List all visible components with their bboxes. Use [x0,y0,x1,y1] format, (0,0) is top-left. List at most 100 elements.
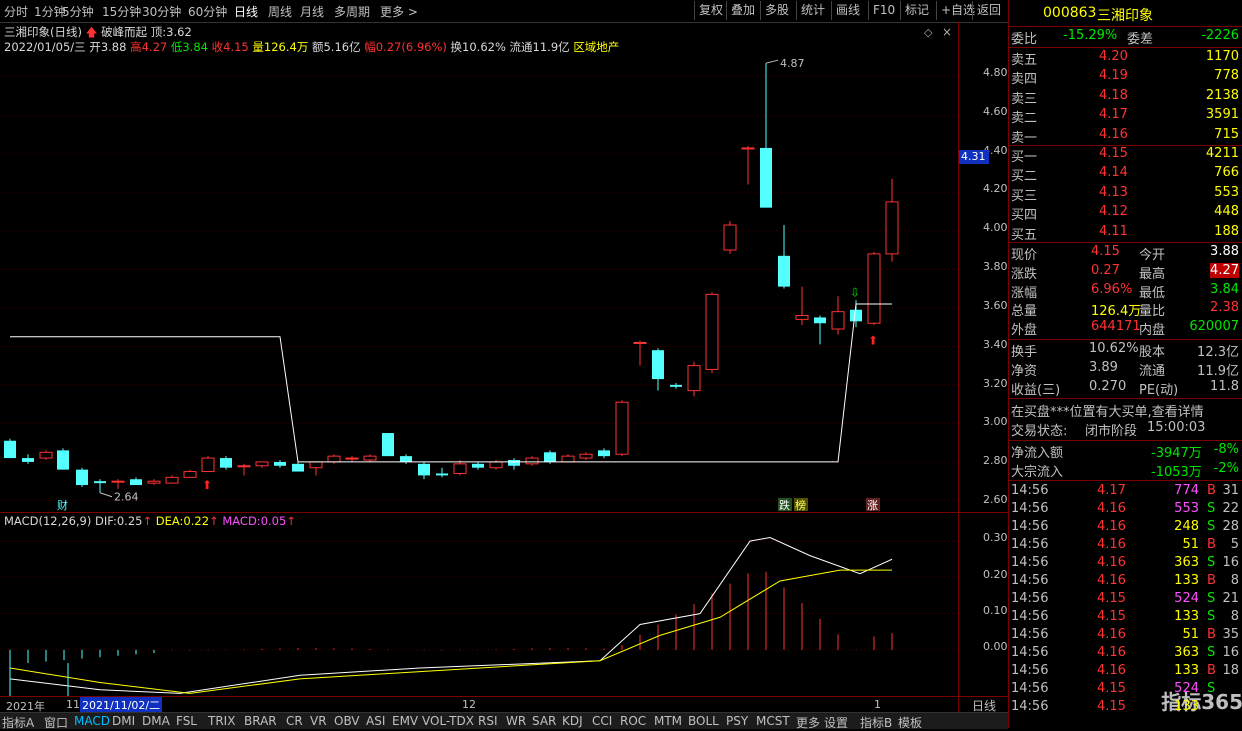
tongji-button[interactable]: 统计 [796,1,829,20]
divider [1009,47,1242,48]
bid-volume: 766 [1214,165,1239,181]
f10-button[interactable]: F10 [868,1,899,20]
tick-row[interactable]: 14:56 4.16 133 B 18 [1011,663,1241,682]
ask-label: 卖三 [1011,91,1038,107]
duogu-button[interactable]: 多股 [760,1,793,20]
up-arrow-icon: ⬆ [868,334,878,348]
quote-panel: 000863 三湘印象 委比 -15.29% 委差 -2226 在买盘***位置… [1008,0,1242,728]
tab-period-more[interactable]: 更多 > [380,3,418,20]
macd-plot[interactable] [0,513,958,697]
notice-row[interactable]: 在买盘***位置有大买单,查看详情 [1011,401,1241,420]
bottom-tab[interactable]: MACD [74,714,110,728]
tick-row[interactable]: 14:56 4.17 774 B 31 [1011,483,1241,502]
bottom-tab[interactable]: BRAR [244,714,277,728]
bottom-tab[interactable]: DMA [142,714,170,728]
tick-row[interactable]: 14:56 4.16 51 B 35 [1011,627,1241,646]
quote-row: 外盘 644171 内盘 620007 [1011,319,1241,338]
bottom-tab[interactable]: SAR [532,714,556,728]
tab-period-multi[interactable]: 多周期 [334,3,370,20]
badge-zhang: 涨 [867,499,878,512]
bottom-tab[interactable]: 更多 [796,714,820,731]
tab-period-5min[interactable]: 5分钟 [62,3,94,20]
quote-label: 内盘 [1139,323,1166,339]
bottom-tab[interactable]: VOL-TDX [422,714,474,728]
period-mode-button[interactable]: 日线 [958,696,1009,713]
biaoji-button[interactable]: 标记 [900,1,933,20]
fund-value: 11.8 [1210,378,1239,394]
tab-period-fenshi[interactable]: 分时 [4,3,28,20]
bottom-tab[interactable]: 窗口 [44,714,68,731]
tick-row[interactable]: 14:56 4.16 363 S 16 [1011,555,1241,574]
date-month-11: 11 [66,698,80,711]
tick-row[interactable]: 14:56 4.16 553 S 22 [1011,501,1241,520]
bottom-tab[interactable]: 指标B [860,714,892,731]
ask-volume: 778 [1214,68,1239,84]
trade-status: 闭市阶段 [1085,424,1138,439]
tick-volume: 363 [1174,645,1199,660]
bottom-tab[interactable]: BOLL [688,714,719,728]
bottom-tab[interactable]: DMI [112,714,135,728]
back-button[interactable]: 返回 [972,1,1005,20]
macd-panel[interactable]: MACD(12,26,9) DIF:0.25↑ DEA:0.22↑ MACD:0… [0,512,958,697]
tick-row[interactable]: 14:56 4.16 51 B 5 [1011,537,1241,556]
tick-row[interactable]: 14:56 4.15 524 S [1011,681,1241,700]
price-axis: 4.80 4.60 4.40 4.20 4.00 3.80 3.60 3.40 … [958,22,1009,512]
divider [1009,26,1242,27]
high-marker [765,59,779,64]
ask-label: 卖二 [1011,111,1038,127]
bottom-tab[interactable]: MTM [654,714,682,728]
tab-period-60min[interactable]: 60分钟 [188,3,227,20]
candle-body [795,315,809,320]
fund-row: 换手 10.62% 股本 12.3亿 [1011,341,1241,360]
tick-row[interactable]: 14:56 4.15 524 S 21 [1011,591,1241,610]
candle-body [652,350,664,380]
kline-plot[interactable]: 4.87 2.64 ⬆ ⬆ ⇩ 财 跌榜 涨 [0,22,958,512]
bottom-tab[interactable]: 指标A [2,714,34,731]
tab-period-30min[interactable]: 30分钟 [142,3,181,20]
bottom-tab[interactable]: ASI [366,714,385,728]
bottom-tab[interactable]: ROC [620,714,646,728]
tick-row[interactable]: 14:56 4.16 248 S 28 [1011,519,1241,538]
huaxian-button[interactable]: 画线 [831,1,864,20]
tab-period-1min[interactable]: 1分钟 [34,3,66,20]
big-order-notice[interactable]: 在买盘***位置有大买单,查看详情 [1011,401,1204,420]
bottom-tab[interactable]: TRIX [208,714,235,728]
fuquan-button[interactable]: 复权 [694,1,727,20]
fund-value: 3.89 [1089,359,1118,375]
diejia-button[interactable]: 叠加 [726,1,759,20]
tick-price: 4.16 [1097,555,1126,570]
bottom-tab[interactable]: CCI [592,714,612,728]
stock-name: 三湘印象 [1097,8,1153,24]
bottom-tab[interactable]: EMV [392,714,418,728]
tab-period-month[interactable]: 月线 [300,3,324,20]
tick-row[interactable]: 14:56 4.15 133 S 8 [1011,609,1241,628]
tab-period-day[interactable]: 日线 [234,3,258,20]
bottom-tab[interactable]: WR [506,714,526,728]
current-price-tag: 4.31 [959,150,989,164]
bottom-tab[interactable]: VR [310,714,327,728]
trade-status-row: 交易状态: 闭市阶段 15:00:03 [1011,420,1241,439]
bottom-tab[interactable]: RSI [478,714,498,728]
bottom-tab[interactable]: FSL [176,714,197,728]
bottom-tab[interactable]: 设置 [824,714,848,731]
bottom-tab[interactable]: MCST [756,714,790,728]
ask-row: 卖一 4.16 715 [1011,127,1241,146]
price-tick: 4.00 [983,221,1008,234]
kline-chart[interactable]: 三湘印象(日线) 🡅 破峰而起 顶:3.62 ◇ × 2022/01/05/三 … [0,22,1008,512]
bottom-tab[interactable]: 模板 [898,714,922,731]
bid-volume: 448 [1214,204,1239,220]
bottom-tab[interactable]: CR [286,714,303,728]
tab-period-week[interactable]: 周线 [268,3,292,20]
tick-row[interactable]: 14:56 4.16 363 S 16 [1011,645,1241,664]
tab-period-15min[interactable]: 15分钟 [102,3,141,20]
bottom-tab[interactable]: OBV [334,714,360,728]
ask-volume: 715 [1214,126,1239,142]
badge-cai: 财 [57,498,68,512]
bottom-tab[interactable]: PSY [726,714,748,728]
bottom-tab[interactable]: KDJ [562,714,583,728]
tick-row[interactable]: 14:56 4.16 133 B 8 [1011,573,1241,592]
tick-count: 5 [1230,537,1239,552]
tick-price: 4.17 [1097,483,1126,498]
tick-row[interactable]: 14:56 4.15 133 [1011,699,1241,718]
flow-value: -1053万 [1151,464,1202,480]
